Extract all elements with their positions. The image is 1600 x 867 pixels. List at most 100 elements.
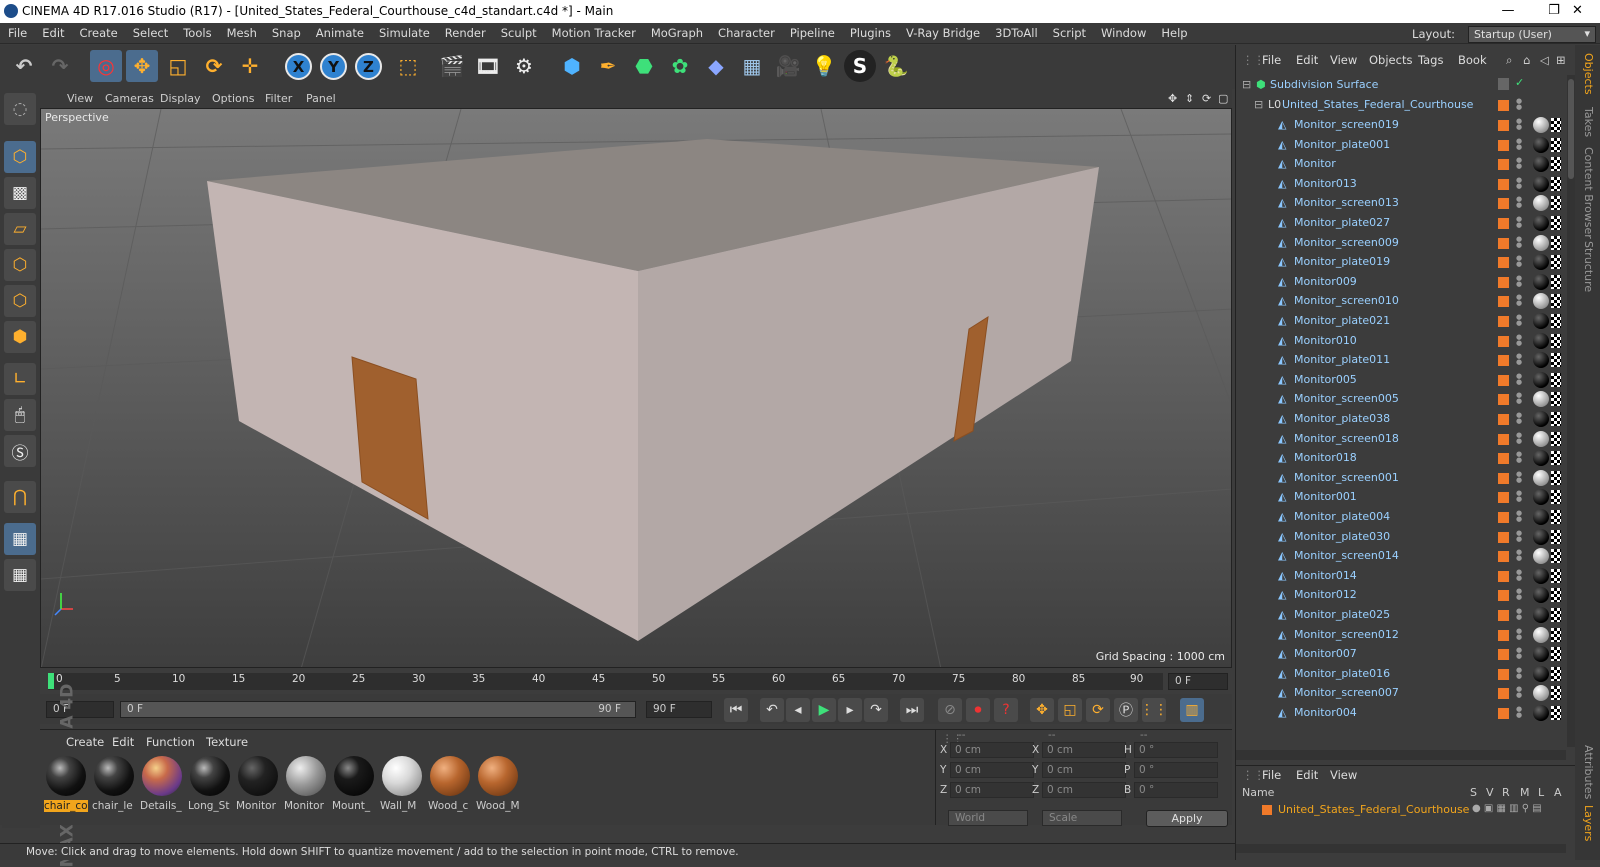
visibility-dots-icon[interactable]: ● ● [1516,98,1522,112]
layer-menu-file[interactable]: File [1262,768,1281,782]
record-keys-icon[interactable]: ⊘ [938,698,962,722]
visibility-dots-icon[interactable]: ● ● [1516,412,1522,426]
texture-tag-icon[interactable] [1551,588,1561,603]
object-vertical-scrollbar[interactable] [1567,75,1575,747]
material-swatch[interactable]: chair_le [92,756,136,816]
tree-row[interactable]: ◭ Monitor_plate027 ● ● [1236,213,1566,233]
undo-icon[interactable]: ↶ [8,50,40,82]
y-axis-lock-icon[interactable]: Y [320,53,347,80]
visibility-dots-icon[interactable]: ● ● [1516,470,1522,485]
object-name[interactable]: Monitor_screen001 [1294,471,1399,484]
material-tag-icon[interactable] [1533,548,1549,565]
object-menu-tags[interactable]: Tags [1418,53,1443,67]
object-name[interactable]: Monitor010 [1294,334,1357,347]
menu-mograph[interactable]: MoGraph [643,23,710,40]
texture-tag-icon[interactable] [1551,235,1561,250]
edges-mode-icon[interactable]: ⬡ [4,285,36,317]
collapse-icon[interactable]: ⊟ [1254,98,1263,111]
layer-swatch[interactable] [1498,316,1509,327]
menu-vray-bridge[interactable]: V-Ray Bridge [898,23,987,40]
menu-3dtoall[interactable]: 3DToAll [987,23,1045,40]
texture-tag-icon[interactable] [1551,137,1561,152]
search-icon[interactable]: ⌕ [1506,53,1512,68]
tree-row[interactable]: ◭ Monitor_plate025 ● ● [1236,605,1566,625]
material-tag-icon[interactable] [1533,391,1549,408]
layer-swatch[interactable] [1498,649,1509,661]
material-tag-icon[interactable] [1533,234,1549,251]
tree-row[interactable]: ◭ Monitor009 ● ● [1236,272,1566,292]
object-name[interactable]: Monitor_plate025 [1294,608,1390,621]
menu-create[interactable]: Create [72,23,125,40]
coord-value-field[interactable]: 0 ° [1134,782,1218,798]
tree-row[interactable]: ◭ Monitor_screen001 ● ● [1236,468,1566,488]
visibility-dots-icon[interactable]: ● ● [1516,333,1522,348]
visibility-dots-icon[interactable]: ● ● [1516,294,1522,308]
texture-tag-icon[interactable] [1551,608,1561,622]
object-menu-objects[interactable]: Objects [1369,53,1412,67]
object-name[interactable]: Monitor018 [1294,451,1357,464]
material-menu-edit[interactable]: Edit [112,735,134,749]
object-name[interactable]: Monitor_screen010 [1294,294,1399,307]
material-tag-icon[interactable] [1533,411,1549,427]
layer-swatch[interactable] [1498,218,1509,229]
minimize-button[interactable]: — [1485,0,1531,23]
texture-tag-icon[interactable] [1551,118,1561,132]
material-tag-icon[interactable] [1533,117,1549,133]
menu-snap[interactable]: Snap [264,23,308,40]
viewport-menu-filter[interactable]: Filter [265,92,292,105]
play-icon[interactable]: ▶ [812,698,836,722]
material-swatch[interactable]: Monitor [236,756,280,816]
menu-animate[interactable]: Animate [308,23,371,40]
object-name[interactable]: Monitor004 [1294,706,1357,719]
material-tag-icon[interactable] [1533,509,1549,525]
visibility-dots-icon[interactable]: ● ● [1516,588,1522,602]
menu-script[interactable]: Script [1045,23,1093,40]
key-scale-icon[interactable]: ◱ [1058,698,1082,722]
material-swatch[interactable]: Wood_M [476,756,520,816]
render-settings-icon[interactable]: ⚙ [508,50,540,82]
texture-tag-icon[interactable] [1551,412,1561,426]
material-swatch[interactable]: Long_St [188,756,232,816]
layer-swatch[interactable] [1498,570,1509,582]
layer-swatch[interactable] [1498,433,1509,445]
python-icon[interactable]: 🐍 [880,50,912,82]
tree-row[interactable]: ◭ Monitor_plate030 ● ● [1236,527,1566,547]
material-menu-create[interactable]: Create [66,735,104,749]
live-selection-icon[interactable]: ◎ [90,50,122,82]
tree-row[interactable]: ◭ Monitor_plate004 ● ● [1236,507,1566,527]
texture-tag-icon[interactable] [1551,549,1561,564]
material-tag-icon[interactable] [1533,705,1549,721]
pen-spline-icon[interactable]: ✒ [592,50,624,82]
visibility-dots-icon[interactable]: ● ● [1516,372,1522,387]
tweak-mode-icon[interactable]: 🖱 [4,399,36,431]
layer-horizontal-scrollbar[interactable] [1236,844,1566,853]
menu-edit[interactable]: Edit [34,23,71,40]
layer-swatch[interactable] [1498,551,1509,563]
tree-row-subdivision-surface[interactable]: ⊟ ⬢ Subdivision Surface ✓ [1236,75,1566,95]
texture-tag-icon[interactable] [1551,431,1561,446]
visibility-dots-icon[interactable]: ● ● [1516,353,1522,367]
texture-tag-icon[interactable] [1551,274,1561,289]
visibility-dots-icon[interactable]: ● ● [1516,529,1522,544]
visibility-dots-icon[interactable]: ● ● [1516,431,1522,446]
object-name[interactable]: Monitor005 [1294,373,1357,386]
viewport-menu-display[interactable]: Display [160,92,201,105]
visibility-dots-icon[interactable]: ● ● [1516,510,1522,524]
object-name[interactable]: Monitor001 [1294,490,1357,503]
texture-tag-icon[interactable] [1551,706,1561,720]
coord-value-field[interactable]: 0 cm [950,782,1034,798]
texture-tag-icon[interactable] [1551,686,1561,701]
tree-row[interactable]: ◭ Monitor012 ● ● [1236,585,1566,605]
menu-sculpt[interactable]: Sculpt [493,23,544,40]
texture-tag-icon[interactable] [1551,333,1561,348]
tree-row[interactable]: ◭ Monitor_plate001 ● ● [1236,135,1566,155]
material-tag-icon[interactable] [1533,587,1549,604]
layer-swatch[interactable] [1498,159,1509,171]
object-name[interactable]: Monitor009 [1294,275,1357,288]
object-name[interactable]: Monitor_plate001 [1294,138,1390,151]
z-axis-lock-icon[interactable]: Z [355,53,382,80]
coord-value-field[interactable]: 0 cm [1042,742,1126,758]
object-tree[interactable]: ⊟ ⬢ Subdivision Surface ✓ ⊟ L0 United_St… [1236,75,1566,747]
object-name[interactable]: Monitor_plate016 [1294,667,1390,680]
x-axis-lock-icon[interactable]: X [285,53,312,80]
